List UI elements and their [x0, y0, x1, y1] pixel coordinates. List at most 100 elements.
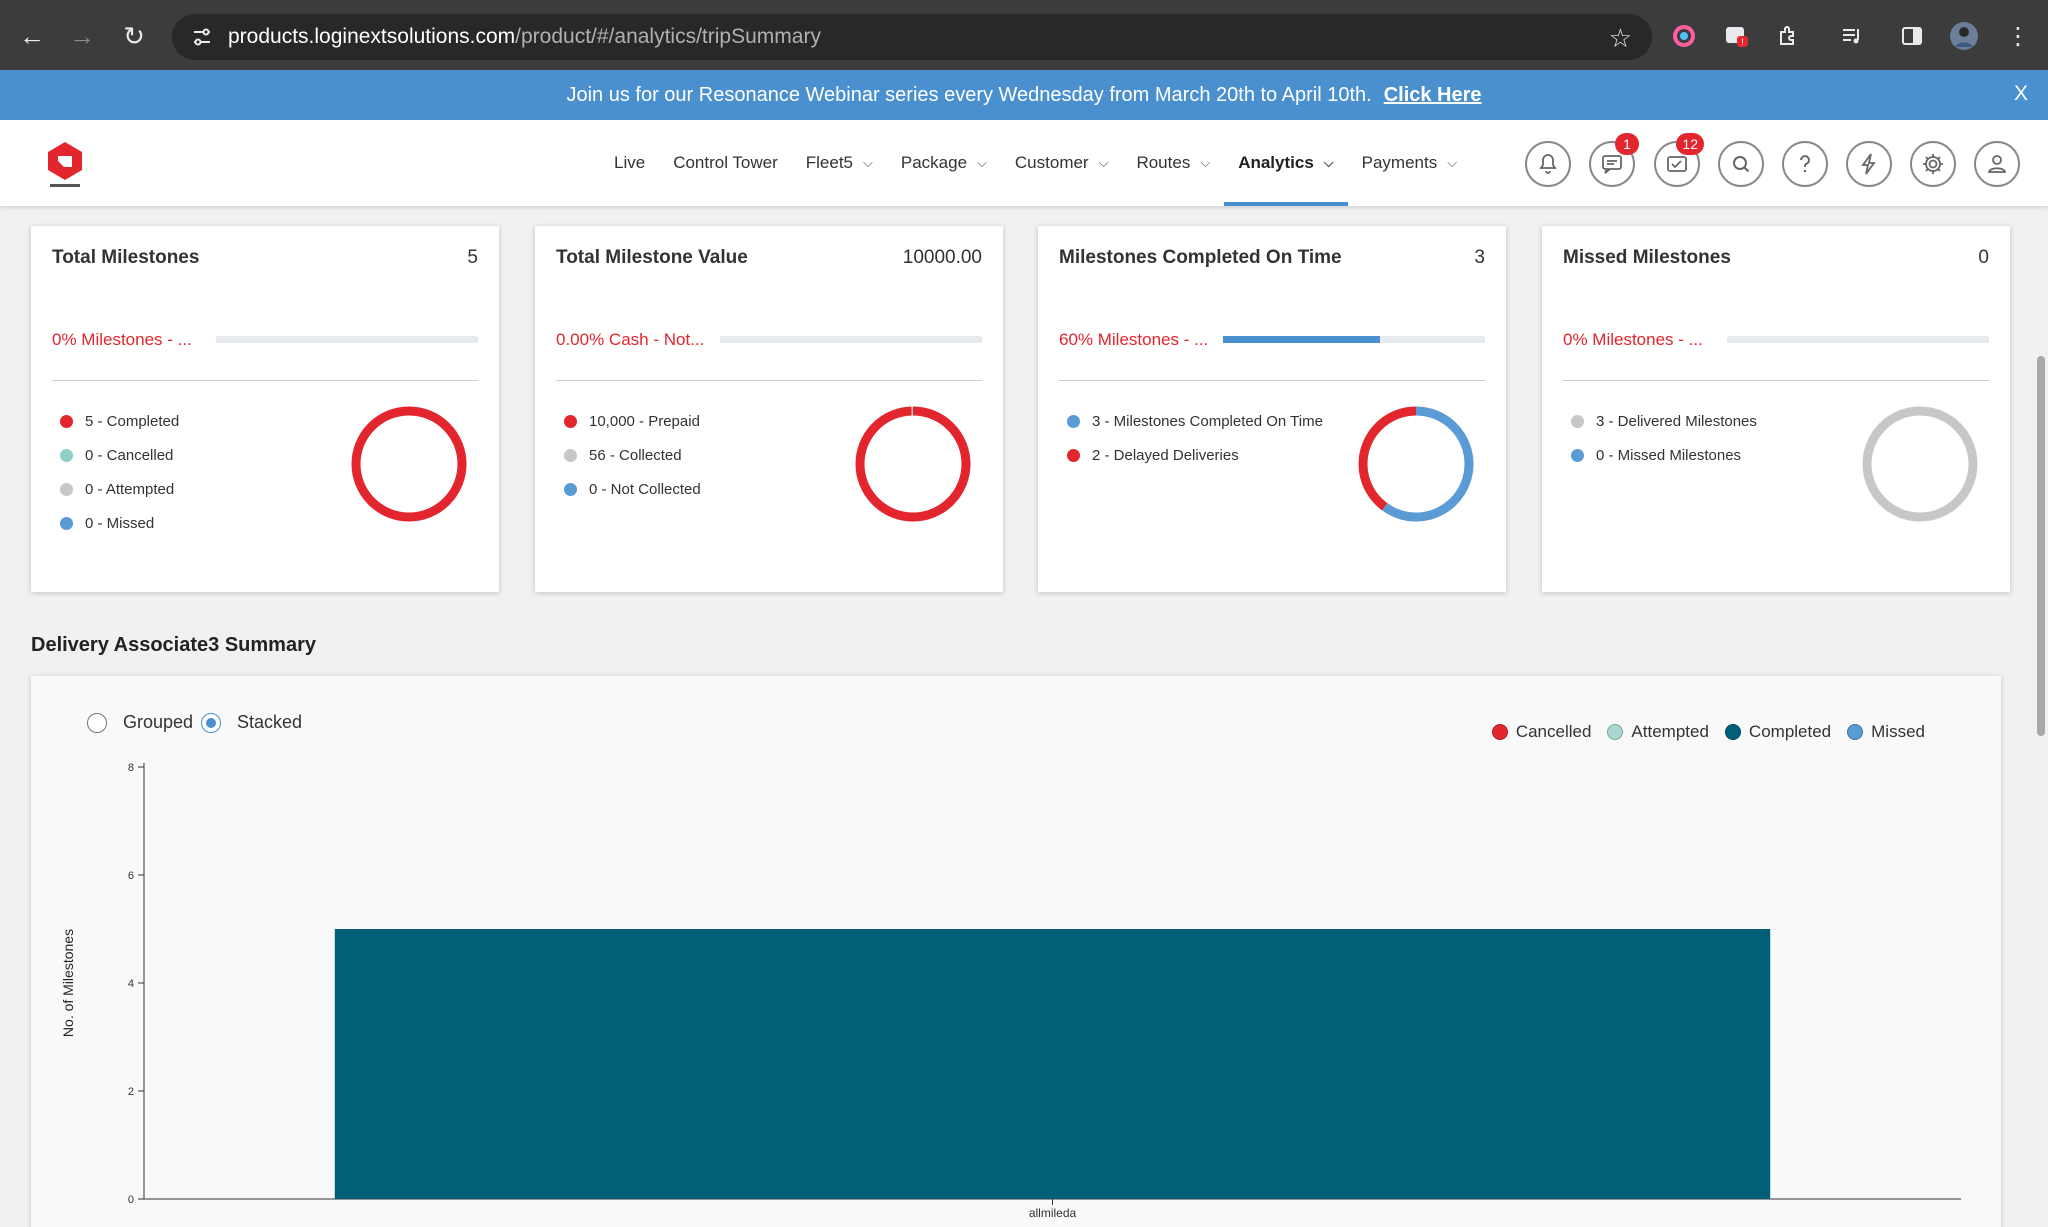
donut-chart: [855, 406, 971, 522]
bookmark-star-icon[interactable]: ☆: [1609, 23, 1632, 54]
search-icon: [1733, 156, 1750, 173]
mail-button[interactable]: 12: [1654, 133, 1704, 187]
card-percentage-text: 0% Milestones - ...: [1563, 330, 1703, 349]
chart-legend-item-completed[interactable]: Completed: [1724, 722, 1831, 742]
card-divider: [556, 380, 982, 381]
donut-segment[interactable]: [1862, 406, 1978, 522]
legend-label: 3 - Milestones Completed On Time: [1092, 412, 1323, 430]
chart-legend-item-missed[interactable]: Missed: [1847, 722, 1925, 742]
card-progress-fill: [1223, 336, 1381, 343]
legend-dot: [564, 448, 577, 462]
side-panel-icon[interactable]: [1896, 20, 1928, 52]
legend-label: 5 - Completed: [85, 412, 180, 430]
color-extension-icon[interactable]: [1668, 20, 1700, 52]
delivery-associate-chart-panel: 0 2 4 6 8 No. of Milestones allmileda Grouped …: [31, 676, 2001, 1227]
nav-item-customer[interactable]: Customer ⌵: [1001, 120, 1123, 206]
legend-dot: [1571, 448, 1584, 462]
legend-label: 0 - Cancelled: [85, 446, 174, 464]
browser-toolbar: ← → ↻ products.loginextsolutions.com/pro…: [0, 0, 2048, 70]
chart-legend-item-cancelled[interactable]: Cancelled: [1491, 722, 1592, 742]
legend-label: Cancelled: [1515, 722, 1592, 741]
app-header: Live Control Tower Fleet5 ⌵ Package ⌵ Customer…: [0, 120, 2048, 206]
chart-legend: Cancelled Attempted Completed Missed: [1476, 722, 1925, 742]
banner-click-here-link[interactable]: Click Here: [1384, 84, 1482, 107]
donut-segment[interactable]: [351, 406, 467, 522]
legend-swatch: [1491, 724, 1508, 740]
card-legend: 3 - Delivered Milestones 0 - Missed Miles…: [1571, 404, 1757, 472]
bar-completed[interactable]: [334, 929, 1771, 1199]
settings-gear-button[interactable]: [1910, 141, 1956, 187]
card-divider: [1563, 380, 1989, 381]
y-tick-label: 0: [128, 1194, 134, 1206]
card-percentage-text: 0.00% Cash - Not...: [556, 330, 705, 349]
chevron-down-icon: ⌵: [1098, 155, 1109, 170]
nav-item-label: Control Tower: [673, 153, 778, 172]
nav-item-fleet5[interactable]: Fleet5 ⌵: [792, 120, 887, 206]
legend-dot: [60, 448, 73, 462]
chevron-down-icon: ⌵: [1200, 155, 1211, 170]
notifications-bell-button[interactable]: [1525, 141, 1571, 187]
user-profile-icon: [1987, 155, 2007, 173]
main-nav-menu: Live Control Tower Fleet5 ⌵ Package ⌵ Customer…: [600, 120, 1471, 206]
grouped-radio-circle[interactable]: [87, 712, 107, 733]
nav-item-routes[interactable]: Routes ⌵: [1122, 120, 1224, 206]
y-tick-label: 4: [128, 978, 134, 990]
scrollbar-thumb[interactable]: [2037, 356, 2045, 736]
grouped-radio[interactable]: Grouped: [87, 712, 193, 733]
legend-label: 10,000 - Prepaid: [589, 412, 700, 430]
nav-item-live[interactable]: Live: [600, 120, 659, 206]
legend-label: 0 - Not Collected: [589, 480, 701, 498]
lightning-icon: [1861, 153, 1876, 175]
nav-item-control-tower[interactable]: Control Tower: [659, 120, 792, 206]
card-progress-bar: [216, 336, 478, 343]
banner-text: Join us for our Resonance Webinar series…: [566, 83, 1372, 106]
extension-alert-icon[interactable]: !: [1720, 20, 1752, 52]
address-bar[interactable]: products.loginextsolutions.com/product/#…: [172, 14, 1652, 60]
webinar-banner: Join us for our Resonance Webinar series…: [0, 70, 2048, 120]
legend-label: Attempted: [1631, 722, 1709, 741]
summary-card-total-milestone-value: Total Milestone Value 10000.00 0.00% Cash …: [535, 226, 1003, 592]
browser-menu-icon[interactable]: ⋮: [2002, 20, 2034, 52]
card-legend-item: 3 - Delivered Milestones: [1571, 404, 1757, 438]
banner-close-button[interactable]: X: [2014, 82, 2028, 106]
legend-swatch: [1724, 724, 1741, 740]
loginext-logo[interactable]: [44, 140, 86, 190]
search-button[interactable]: [1718, 141, 1764, 187]
card-legend-item: 0 - Not Collected: [564, 472, 701, 506]
site-settings-icon[interactable]: [190, 25, 214, 49]
nav-item-label: Payments: [1361, 153, 1438, 172]
card-divider: [52, 380, 478, 381]
card-progress-bar: [720, 336, 982, 343]
nav-item-label: Fleet5: [805, 153, 854, 172]
nav-item-payments[interactable]: Payments ⌵: [1348, 120, 1471, 206]
y-tick-label: 2: [128, 1086, 134, 1098]
legend-swatch: [1847, 724, 1864, 740]
chart-legend-item-attempted[interactable]: Attempted: [1607, 722, 1709, 742]
profile-avatar-icon[interactable]: [1948, 20, 1980, 52]
user-profile-button[interactable]: [1974, 141, 2020, 187]
nav-item-package[interactable]: Package ⌵: [887, 120, 1001, 206]
card-legend-item: 56 - Collected: [564, 438, 701, 472]
legend-label: 56 - Collected: [589, 446, 682, 464]
card-value: 5: [467, 247, 478, 268]
card-progress-bar: [1223, 336, 1485, 343]
stacked-radio[interactable]: Stacked: [201, 712, 302, 733]
legend-label: Missed: [1871, 722, 1925, 741]
stacked-radio-circle[interactable]: [201, 712, 221, 733]
back-arrow-icon[interactable]: ←: [14, 18, 50, 54]
card-title: Missed Milestones: [1563, 247, 1731, 268]
help-button[interactable]: [1782, 141, 1828, 187]
nav-item-label: Customer: [1014, 153, 1089, 172]
card-percentage-text: 60% Milestones - ...: [1059, 330, 1209, 349]
nav-item-analytics[interactable]: Analytics ⌵: [1224, 120, 1349, 206]
donut-segment[interactable]: [855, 406, 971, 522]
media-queue-icon[interactable]: [1836, 20, 1868, 52]
page-scrollbar[interactable]: [2034, 206, 2048, 1227]
reload-icon[interactable]: ↻: [116, 18, 152, 54]
messages-button[interactable]: 1: [1589, 133, 1639, 187]
extensions-puzzle-icon[interactable]: [1772, 20, 1804, 52]
lightning-button[interactable]: [1846, 141, 1892, 187]
nav-item-label: Live: [614, 153, 646, 172]
forward-arrow-icon[interactable]: →: [64, 18, 100, 54]
card-progress-bar: [1727, 336, 1989, 343]
